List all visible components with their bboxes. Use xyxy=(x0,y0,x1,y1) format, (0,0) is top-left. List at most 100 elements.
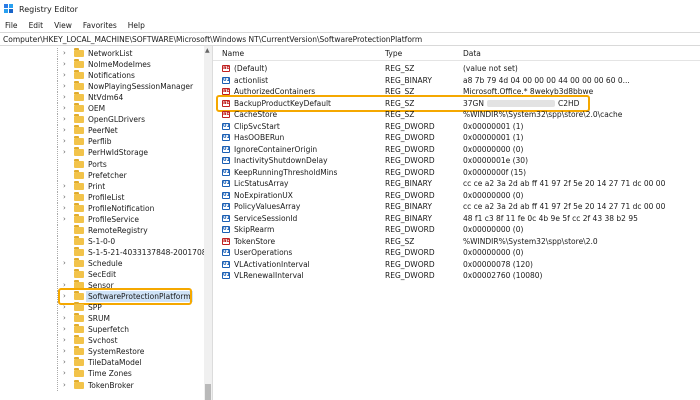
tree-item-label: Superfetch xyxy=(88,325,130,335)
value-row[interactable]: 01 SkipRearm REG_DWORD 0x00000000 (0) xyxy=(213,224,700,235)
tree-item[interactable]: › TileDataModel xyxy=(0,357,204,369)
chevron-right-icon[interactable]: › xyxy=(63,259,71,268)
menu-edit[interactable]: Edit xyxy=(24,21,50,30)
chevron-right-icon[interactable]: › xyxy=(63,126,71,135)
tree-item-label: ProfileService xyxy=(88,214,140,224)
tree-item[interactable]: › SystemRestore xyxy=(0,346,204,358)
value-name: TokenStore xyxy=(234,236,276,246)
tree-item[interactable]: SecEdit xyxy=(0,269,204,280)
tree-item[interactable]: › OEM xyxy=(0,103,204,115)
value-row[interactable]: 01 KeepRunningThresholdMins REG_DWORD 0x000… xyxy=(213,167,700,178)
tree-item[interactable]: › Perflib xyxy=(0,136,204,148)
tree-item[interactable]: › SRUM xyxy=(0,313,204,325)
chevron-right-icon[interactable]: › xyxy=(63,49,71,58)
tree-item[interactable]: › Print xyxy=(0,180,204,192)
tree-item[interactable]: › NetworkList xyxy=(0,48,204,59)
chevron-right-icon[interactable]: › xyxy=(63,93,71,102)
value-data-text: 0x00000000 (0) xyxy=(463,190,524,200)
chevron-right-icon[interactable]: › xyxy=(63,71,71,80)
address-path[interactable]: Computer\HKEY_LOCAL_MACHINE\SOFTWARE\Mic… xyxy=(3,35,422,44)
value-row[interactable]: ab CacheStore REG_SZ %WINDIR%\System32\spp\… xyxy=(213,109,700,120)
tree-item[interactable]: › Schedule xyxy=(0,257,204,269)
menu-favorites[interactable]: Favorites xyxy=(78,21,123,30)
value-data: 0x00000001 (1) xyxy=(463,132,523,143)
tree-item[interactable]: › NtVdm64 xyxy=(0,92,204,104)
chevron-right-icon[interactable]: › xyxy=(63,204,71,213)
chevron-right-icon[interactable]: › xyxy=(63,358,71,367)
chevron-right-icon[interactable]: › xyxy=(63,303,71,312)
address-bar[interactable]: Computer\HKEY_LOCAL_MACHINE\SOFTWARE\Mic… xyxy=(0,32,700,46)
value-row[interactable]: 01 ServiceSessionId REG_BINARY 48 f1 c3 8f … xyxy=(213,213,700,224)
value-row[interactable]: 01 IgnoreContainerOrigin REG_DWORD 0x000000… xyxy=(213,144,700,155)
column-data[interactable]: Data xyxy=(463,49,481,58)
tree-item[interactable]: S-1-5-21-4033137848-2001708241- xyxy=(0,246,212,258)
tree-item[interactable]: Prefetcher xyxy=(0,169,204,181)
chevron-right-icon[interactable]: › xyxy=(63,314,71,323)
value-row[interactable]: 01 InactivityShutdownDelay REG_DWORD 0x0000… xyxy=(213,155,700,166)
tree-item[interactable]: RemoteRegistry xyxy=(0,224,204,236)
tree-item[interactable]: › SPP xyxy=(0,302,204,314)
tree-item[interactable]: › Svchost xyxy=(0,335,204,347)
chevron-right-icon[interactable]: › xyxy=(63,325,71,334)
value-data-text: 0x0000001e (30) xyxy=(463,156,529,165)
chevron-right-icon[interactable]: › xyxy=(63,60,71,69)
folder-icon xyxy=(74,302,84,312)
column-name[interactable]: Name xyxy=(222,49,244,58)
key-tree-pane[interactable]: › NetworkList › NoImeModeImes › Notifications… xyxy=(0,46,213,400)
binary-value-icon: 01 xyxy=(222,203,230,210)
chevron-right-icon[interactable]: › xyxy=(63,369,71,378)
value-data: cc ce a2 3a 2d ab ff 41 97 2f 5e 20 14 2… xyxy=(463,201,665,212)
binary-value-icon: 01 xyxy=(222,260,230,268)
scroll-up-icon[interactable]: ▲ xyxy=(205,47,210,54)
tree-item[interactable]: › OpenGLDrivers xyxy=(0,114,204,126)
value-row[interactable]: 01 VLActivationInterval REG_DWORD 0x0000007… xyxy=(213,259,700,270)
tree-connector xyxy=(57,379,58,391)
tree-item[interactable]: Ports xyxy=(0,158,204,170)
value-row[interactable]: ab (Default) REG_SZ (value not set) xyxy=(213,63,700,74)
value-row[interactable]: ab TokenStore REG_SZ %WINDIR%\System32\spp\… xyxy=(213,236,700,247)
tree-item-label: Svchost xyxy=(88,336,118,346)
value-row[interactable]: 01 LicStatusArray REG_BINARY cc ce a2 3a 2d… xyxy=(213,178,700,189)
tree-item[interactable]: › NowPlayingSessionManager xyxy=(0,81,204,93)
tree-item[interactable]: › Notifications xyxy=(0,70,204,82)
chevron-right-icon[interactable]: › xyxy=(63,193,71,202)
chevron-right-icon[interactable]: › xyxy=(63,182,71,191)
tree-item[interactable]: › ProfileNotification xyxy=(0,202,204,214)
chevron-right-icon[interactable]: › xyxy=(63,215,71,224)
tree-item[interactable]: › PerHwIdStorage xyxy=(0,147,204,159)
value-row[interactable]: 01 PolicyValuesArray REG_BINARY cc ce a2 3a… xyxy=(213,201,700,212)
menu-view[interactable]: View xyxy=(49,21,78,30)
column-type[interactable]: Type xyxy=(385,49,402,58)
value-row[interactable]: 01 actionlist REG_BINARY a8 7b 79 4d 04 00 … xyxy=(213,75,700,86)
tree-item[interactable]: S-1-0-0 xyxy=(0,235,204,247)
menu-help[interactable]: Help xyxy=(123,21,151,30)
chevron-right-icon[interactable]: › xyxy=(63,104,71,113)
value-row[interactable]: 01 HasOOBERun REG_DWORD 0x00000001 (1) xyxy=(213,132,700,143)
tree-item-label: Prefetcher xyxy=(88,170,127,180)
tree-item[interactable]: › NoImeModeImes xyxy=(0,59,204,71)
chevron-right-icon[interactable]: › xyxy=(63,336,71,345)
value-row[interactable]: 01 UserOperations REG_DWORD 0x00000000 (0) xyxy=(213,247,700,258)
tree-item[interactable]: › PeerNet xyxy=(0,125,204,137)
tree-item[interactable]: › TokenBroker xyxy=(0,379,204,391)
tree-item-label: NtVdm64 xyxy=(88,93,124,103)
tree-scrollbar[interactable]: ▲ xyxy=(204,46,212,400)
chevron-right-icon[interactable]: › xyxy=(63,347,71,356)
tree-item[interactable]: › Superfetch xyxy=(0,324,204,336)
value-row[interactable]: 01 ClipSvcStart REG_DWORD 0x00000001 (1) xyxy=(213,121,700,132)
chevron-right-icon[interactable]: › xyxy=(63,115,71,124)
tree-item[interactable]: › ProfileService xyxy=(0,213,204,225)
string-value-icon: ab xyxy=(222,237,230,245)
value-row[interactable]: 01 NoExpirationUX REG_DWORD 0x00000000 (0) xyxy=(213,190,700,201)
chevron-right-icon[interactable]: › xyxy=(63,82,71,91)
menu-file[interactable]: File xyxy=(0,21,24,30)
chevron-right-icon[interactable]: › xyxy=(63,137,71,146)
scroll-thumb[interactable] xyxy=(205,384,211,400)
tree-connector xyxy=(57,48,58,59)
value-row[interactable]: 01 VLRenewalInterval REG_DWORD 0x00002760 (… xyxy=(213,270,700,281)
values-pane[interactable]: Name Type Data ab (Default) REG_SZ (value n… xyxy=(213,46,700,400)
tree-item[interactable]: › ProfileList xyxy=(0,191,204,203)
chevron-right-icon[interactable]: › xyxy=(63,381,71,390)
tree-item[interactable]: › Time Zones xyxy=(0,368,204,380)
chevron-right-icon[interactable]: › xyxy=(63,148,71,157)
